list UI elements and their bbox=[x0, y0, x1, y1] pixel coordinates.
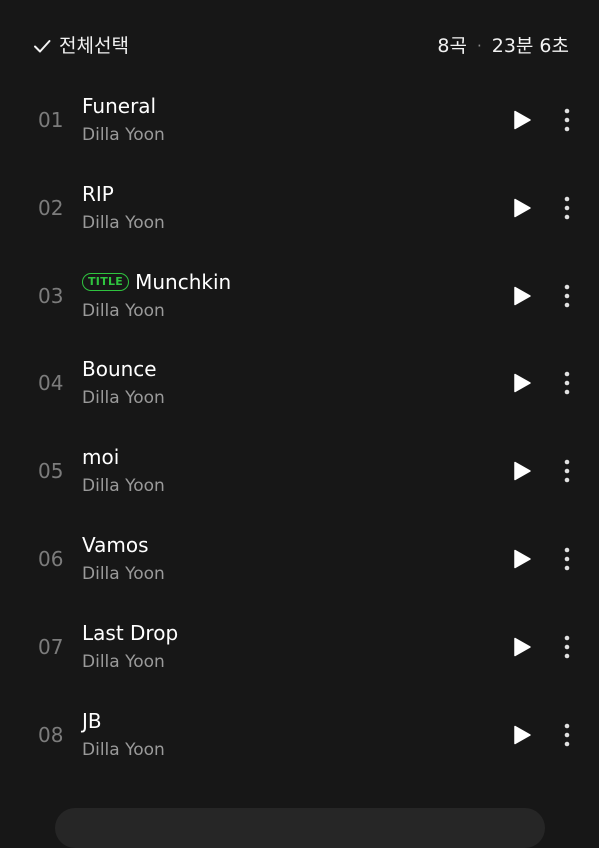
track-title-line: JB bbox=[82, 708, 102, 734]
check-icon bbox=[32, 36, 52, 56]
track-title: Bounce bbox=[82, 357, 157, 382]
track-number: 08 bbox=[38, 722, 64, 747]
track-row[interactable]: 06 Vamos Dilla Yoon bbox=[0, 515, 599, 603]
total-duration: 23분 6초 bbox=[491, 35, 569, 57]
track-count: 8곡 bbox=[437, 35, 467, 57]
track-title: RIP bbox=[82, 181, 114, 206]
track-title-line: TITLE Munchkin bbox=[82, 269, 231, 295]
tracklist-summary: 8곡 · 23분 6초 bbox=[437, 33, 569, 59]
track-title: moi bbox=[82, 445, 120, 470]
track-title-line: Bounce bbox=[82, 356, 157, 382]
track-title: JB bbox=[82, 708, 102, 733]
track-number: 01 bbox=[38, 108, 64, 132]
track-artist: Dilla Yoon bbox=[82, 651, 165, 672]
track-number: 06 bbox=[38, 546, 64, 571]
track-artist: Dilla Yoon bbox=[82, 300, 165, 321]
track-number: 04 bbox=[38, 371, 64, 396]
track-title-line: Funeral bbox=[82, 93, 156, 119]
track-title-line: RIP bbox=[82, 181, 114, 207]
track-artist: Dilla Yoon bbox=[82, 476, 165, 497]
track-number: 03 bbox=[38, 283, 64, 308]
play-icon[interactable] bbox=[511, 372, 533, 394]
track-row[interactable]: 05 moi Dilla Yoon bbox=[0, 427, 599, 515]
select-all-button[interactable]: 전체선택 bbox=[32, 33, 129, 59]
play-icon[interactable] bbox=[511, 548, 533, 570]
more-vertical-icon[interactable] bbox=[557, 546, 577, 572]
select-all-label: 전체선택 bbox=[59, 35, 129, 57]
track-title-line: moi bbox=[82, 444, 119, 470]
summary-separator: · bbox=[476, 37, 482, 55]
track-title-line: Vamos bbox=[82, 532, 149, 558]
track-artist: Dilla Yoon bbox=[82, 212, 165, 233]
track-artist: Dilla Yoon bbox=[82, 739, 165, 760]
bottom-action-bar[interactable] bbox=[55, 808, 545, 848]
track-list: 01 Funeral Dilla Yoon 02 RIP Dilla Yoon … bbox=[0, 76, 599, 778]
more-vertical-icon[interactable] bbox=[557, 107, 577, 133]
title-track-badge: TITLE bbox=[82, 272, 130, 291]
track-row[interactable]: 03 TITLE Munchkin Dilla Yoon bbox=[0, 252, 599, 340]
more-vertical-icon[interactable] bbox=[557, 370, 577, 396]
play-icon[interactable] bbox=[511, 197, 533, 219]
play-icon[interactable] bbox=[511, 285, 533, 307]
track-title: Vamos bbox=[82, 532, 149, 557]
play-icon[interactable] bbox=[511, 460, 533, 482]
track-number: 02 bbox=[38, 195, 64, 220]
track-title: Munchkin bbox=[135, 269, 232, 294]
more-vertical-icon[interactable] bbox=[557, 458, 577, 484]
track-row[interactable]: 02 RIP Dilla Yoon bbox=[0, 164, 599, 252]
more-vertical-icon[interactable] bbox=[557, 722, 577, 748]
more-vertical-icon[interactable] bbox=[557, 634, 577, 660]
play-icon[interactable] bbox=[511, 724, 533, 746]
more-vertical-icon[interactable] bbox=[557, 195, 577, 221]
track-row[interactable]: 08 JB Dilla Yoon bbox=[0, 691, 599, 779]
track-row[interactable]: 01 Funeral Dilla Yoon bbox=[0, 76, 599, 164]
track-number: 05 bbox=[38, 459, 64, 484]
play-icon[interactable] bbox=[511, 636, 533, 658]
track-number: 07 bbox=[38, 634, 64, 659]
track-artist: Dilla Yoon bbox=[82, 125, 165, 145]
track-artist: Dilla Yoon bbox=[82, 563, 165, 584]
track-title: Funeral bbox=[82, 94, 157, 118]
more-vertical-icon[interactable] bbox=[557, 283, 577, 309]
track-artist: Dilla Yoon bbox=[82, 388, 165, 409]
track-row[interactable]: 04 Bounce Dilla Yoon bbox=[0, 339, 599, 427]
track-row[interactable]: 07 Last Drop Dilla Yoon bbox=[0, 603, 599, 691]
track-title: Last Drop bbox=[82, 620, 179, 645]
play-icon[interactable] bbox=[511, 109, 533, 131]
track-title-line: Last Drop bbox=[82, 620, 178, 646]
